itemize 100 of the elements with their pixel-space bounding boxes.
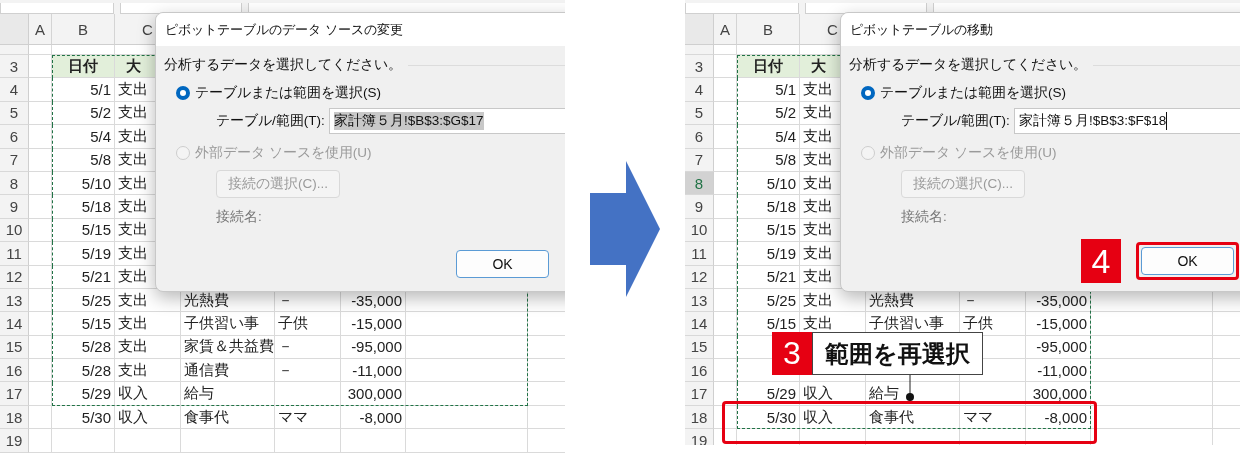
leader-line <box>905 375 915 402</box>
row-header[interactable] <box>0 45 29 55</box>
connection-name-label: 接続名: <box>216 208 262 226</box>
name-box[interactable] <box>685 3 799 14</box>
table-cell: ママ <box>960 405 1026 430</box>
table-cell: 収入 <box>800 405 866 430</box>
row-header[interactable]: 9 <box>0 195 29 219</box>
row-header[interactable]: 4 <box>0 78 29 102</box>
table-cell: 5/21 <box>52 265 115 289</box>
ok-button[interactable]: OK <box>1141 247 1234 275</box>
field-label: テーブル/範囲(T): <box>216 112 326 130</box>
table-cell: 収入 <box>800 382 866 406</box>
table-cell: 5/30 <box>737 405 800 430</box>
select-all-corner[interactable] <box>0 14 29 45</box>
row-header[interactable]: 18 <box>685 405 714 430</box>
range-field[interactable]: 家計簿５月!$B$3:$F$18 <box>1014 108 1240 134</box>
row-header[interactable]: 19 <box>0 429 29 453</box>
table-cell <box>714 218 737 243</box>
row-header[interactable]: 13 <box>685 288 714 313</box>
row-header[interactable]: 3 <box>685 55 714 79</box>
row-header[interactable]: 7 <box>685 148 714 172</box>
row-header[interactable]: 10 <box>685 218 714 243</box>
table-cell: 給与 <box>181 382 275 406</box>
table-cell <box>714 312 737 336</box>
table-cell <box>29 382 52 406</box>
radio-button[interactable] <box>861 86 875 100</box>
table-cell <box>714 195 737 219</box>
field-label: テーブル/範囲(T): <box>901 112 1011 130</box>
table-cell <box>29 101 52 126</box>
table-cell: 収入 <box>115 382 181 406</box>
column-header[interactable]: B <box>52 14 115 45</box>
table-cell: 支出 <box>115 312 181 336</box>
table-cell: 食事代 <box>866 405 960 430</box>
radio-label[interactable]: テーブルまたは範囲を選択(S) <box>880 84 1066 102</box>
row-header[interactable]: 12 <box>0 265 29 289</box>
table-cell <box>115 429 181 453</box>
row-header[interactable] <box>685 45 714 55</box>
table-cell: 5/2 <box>52 101 115 126</box>
ok-button[interactable]: OK <box>456 250 549 278</box>
table-cell: 300,000 <box>341 382 406 406</box>
table-cell: 5/29 <box>52 382 115 406</box>
table-cell: 5/25 <box>737 288 800 313</box>
table-cell: ママ <box>275 405 341 430</box>
table-cell: 5/8 <box>737 148 800 172</box>
table-cell <box>29 405 52 430</box>
row-header[interactable]: 3 <box>0 55 29 79</box>
table-cell: 通信費 <box>181 359 275 383</box>
table-cell: -15,000 <box>341 312 406 336</box>
table-cell: 5/25 <box>52 288 115 313</box>
select-all-corner[interactable] <box>685 14 714 45</box>
row-header[interactable]: 5 <box>0 101 29 126</box>
table-cell <box>29 78 52 102</box>
row-header[interactable]: 13 <box>0 288 29 313</box>
table-cell <box>29 195 52 219</box>
row-header[interactable]: 17 <box>0 382 29 406</box>
row-header[interactable]: 18 <box>0 405 29 430</box>
table-cell <box>714 382 737 406</box>
row-header[interactable]: 9 <box>685 195 714 219</box>
table-cell: -11,000 <box>341 359 406 383</box>
row-header[interactable]: 14 <box>0 312 29 336</box>
table-cell <box>29 125 52 149</box>
table-cell <box>714 148 737 172</box>
table-cell <box>29 171 52 196</box>
row-header[interactable]: 6 <box>0 125 29 149</box>
column-header[interactable]: A <box>714 14 737 45</box>
row-header[interactable]: 12 <box>685 265 714 289</box>
row-header[interactable]: 10 <box>0 218 29 243</box>
table-cell <box>714 78 737 102</box>
table-cell <box>29 148 52 172</box>
row-header[interactable]: 4 <box>685 78 714 102</box>
row-header[interactable]: 17 <box>685 382 714 406</box>
row-header[interactable]: 16 <box>0 359 29 383</box>
table-cell: 支出 <box>115 359 181 383</box>
column-header[interactable]: B <box>737 14 800 45</box>
range-field[interactable]: 家計簿５月!$B$3:$G$17 <box>329 108 565 134</box>
radio-label[interactable]: テーブルまたは範囲を選択(S) <box>195 84 381 102</box>
table-cell <box>29 218 52 243</box>
connection-name-label: 接続名: <box>901 208 947 226</box>
row-header[interactable]: 5 <box>685 101 714 126</box>
table-cell <box>29 429 52 453</box>
row-header[interactable]: 8 <box>685 171 714 196</box>
row-header[interactable]: 11 <box>685 242 714 266</box>
table-cell: 5/8 <box>52 148 115 172</box>
column-header[interactable]: A <box>29 14 52 45</box>
name-box[interactable] <box>0 3 114 14</box>
row-header[interactable]: 8 <box>0 171 29 196</box>
table-cell: 5/29 <box>737 382 800 406</box>
radio-button[interactable] <box>176 86 190 100</box>
row-header[interactable]: 6 <box>685 125 714 149</box>
row-header[interactable]: 15 <box>0 335 29 360</box>
row-header[interactable]: 16 <box>685 359 714 383</box>
row-header[interactable]: 15 <box>685 335 714 360</box>
table-cell: 5/15 <box>52 218 115 243</box>
table-cell <box>341 429 406 453</box>
table-cell <box>29 265 52 289</box>
row-header[interactable]: 14 <box>685 312 714 336</box>
table-cell <box>29 335 52 360</box>
row-header[interactable]: 11 <box>0 242 29 266</box>
table-cell <box>29 242 52 266</box>
row-header[interactable]: 7 <box>0 148 29 172</box>
